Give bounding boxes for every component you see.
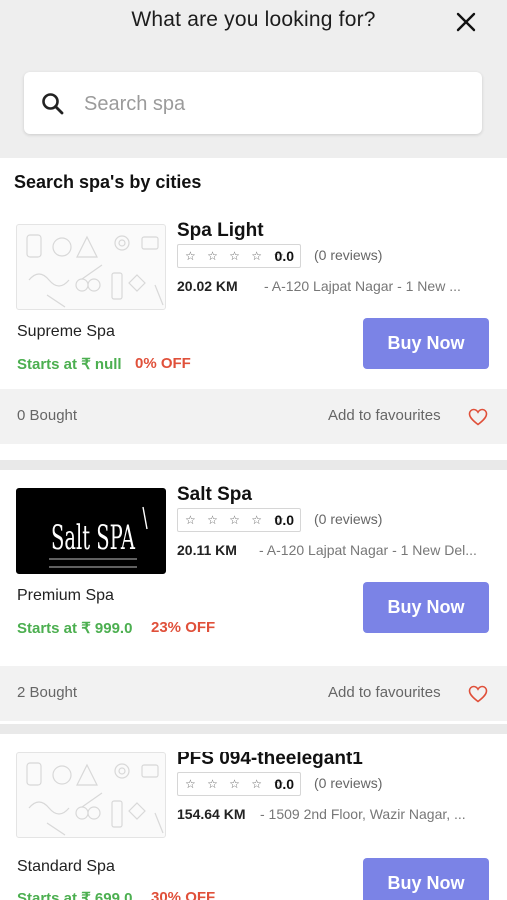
address: - A-120 Lajpat Nagar - 1 New ...: [264, 278, 461, 294]
add-to-favourites-link[interactable]: Add to favourites: [328, 407, 441, 424]
placeholder-pattern-icon: [26, 762, 164, 836]
spa-tier: Premium Spa: [17, 587, 114, 604]
buy-now-button[interactable]: Buy Now: [363, 582, 489, 633]
distance: 20.02 KM: [177, 278, 238, 294]
spa-name[interactable]: PFS 094-theelegant1: [177, 752, 363, 770]
rating-value: 0.0: [274, 776, 294, 792]
discount-text: 0% OFF: [135, 355, 191, 372]
bought-count: 0 Bought: [17, 407, 78, 424]
salt-spa-logo-text: Salt SPA: [51, 518, 135, 558]
rating-stars: ☆ ☆ ☆ ☆ ☆: [185, 513, 289, 527]
spa-name[interactable]: Salt Spa: [177, 484, 252, 506]
spa-thumbnail[interactable]: [16, 752, 166, 838]
distance: 154.64 KM: [177, 806, 246, 822]
spa-thumbnail[interactable]: [16, 224, 166, 310]
salt-spa-logo-icon: Salt SPA: [17, 489, 165, 573]
review-count: (0 reviews): [314, 775, 383, 791]
price-text: Starts at ₹ null: [17, 356, 122, 373]
rating-value: 0.0: [274, 248, 294, 264]
rating-value: 0.0: [274, 512, 294, 528]
card-footer: 0 Bought Add to favourites: [0, 389, 507, 444]
spa-tier: Supreme Spa: [17, 323, 115, 340]
spa-thumbnail[interactable]: Salt SPA: [16, 488, 166, 574]
bought-count: 2 Bought: [17, 684, 78, 701]
spa-card[interactable]: Salt SPA Salt Spa ☆ ☆ ☆ ☆ ☆ 0.0 (0 revie…: [0, 484, 507, 752]
page-title: What are you looking for?: [131, 8, 376, 31]
search-input[interactable]: [82, 86, 466, 122]
review-count: (0 reviews): [314, 511, 383, 527]
buy-now-button[interactable]: Buy Now: [363, 318, 489, 369]
distance: 20.11 KM: [177, 542, 237, 558]
card-footer: 2 Bought Add to favourites: [0, 666, 507, 721]
star-rating: ☆ ☆ ☆ ☆ ☆ 0.0: [177, 244, 301, 268]
address: - 1509 2nd Floor, Wazir Nagar, ...: [260, 806, 466, 822]
spa-tier: Standard Spa: [17, 858, 115, 875]
discount-text: 23% OFF: [151, 619, 216, 636]
address: - A-120 Lajpat Nagar - 1 New Del...: [259, 542, 477, 558]
spa-name[interactable]: Spa Light: [177, 220, 264, 242]
spa-card[interactable]: PFS 094-theelegant1 ☆ ☆ ☆ ☆ ☆ 0.0 (0 rev…: [0, 752, 507, 900]
spa-card[interactable]: Spa Light ☆ ☆ ☆ ☆ ☆ 0.0 (0 reviews) 20.0…: [0, 220, 507, 488]
price-text: Starts at ₹ 999.0: [17, 620, 133, 637]
close-icon[interactable]: [455, 11, 477, 33]
buy-now-button[interactable]: Buy Now: [363, 858, 489, 900]
star-rating: ☆ ☆ ☆ ☆ ☆ 0.0: [177, 772, 301, 796]
card-divider: [0, 460, 507, 470]
discount-text: 30% OFF: [151, 889, 216, 900]
add-to-favourites-link[interactable]: Add to favourites: [328, 684, 441, 701]
heart-icon[interactable]: [468, 408, 488, 426]
rating-stars: ☆ ☆ ☆ ☆ ☆: [185, 777, 289, 791]
rating-stars: ☆ ☆ ☆ ☆ ☆: [185, 249, 289, 263]
card-divider: [0, 724, 507, 734]
star-rating: ☆ ☆ ☆ ☆ ☆ 0.0: [177, 508, 301, 532]
price-text: Starts at ₹ 699.0: [17, 890, 133, 900]
search-header: What are you looking for?: [0, 0, 507, 158]
placeholder-pattern-icon: [26, 234, 164, 308]
search-icon: [42, 93, 64, 115]
search-box[interactable]: [24, 72, 482, 134]
review-count: (0 reviews): [314, 247, 383, 263]
heart-icon[interactable]: [468, 685, 488, 703]
section-title: Search spa's by cities: [14, 172, 202, 192]
